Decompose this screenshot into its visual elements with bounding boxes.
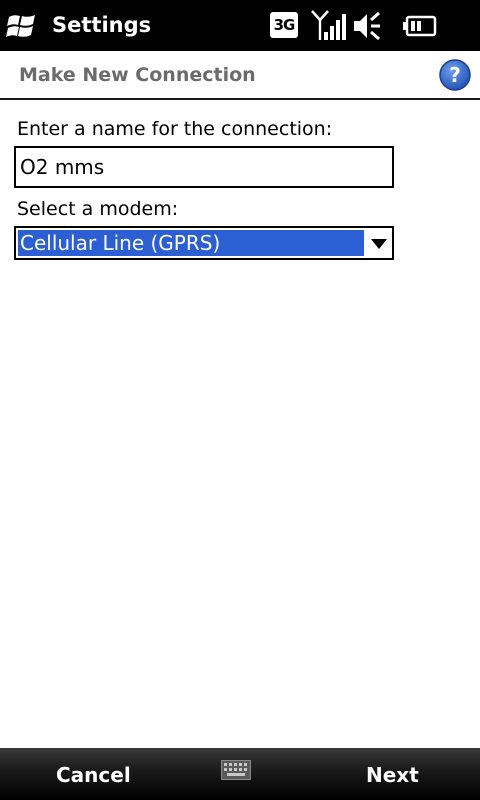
cancel-button[interactable]: Cancel xyxy=(56,761,131,789)
status-bar: Settings 3G xyxy=(0,0,480,51)
screen: Settings 3G Make New Connection ? Enter … xyxy=(0,0,480,800)
keyboard-icon[interactable] xyxy=(221,760,251,780)
modem-selected-value: Cellular Line (GPRS) xyxy=(20,231,221,255)
modem-select[interactable]: Cellular Line (GPRS) xyxy=(14,226,394,260)
next-button[interactable]: Next xyxy=(366,761,419,789)
page-header: Make New Connection xyxy=(0,51,480,100)
svg-text:?: ? xyxy=(449,63,461,87)
windows-start-icon[interactable] xyxy=(6,11,38,41)
chevron-down-icon[interactable] xyxy=(370,236,388,250)
connection-name-value: O2 mms xyxy=(20,155,105,179)
app-title: Settings xyxy=(52,13,152,37)
modem-label: Select a modem: xyxy=(17,198,179,220)
battery-icon[interactable] xyxy=(403,15,437,37)
modem-selected-option[interactable]: Cellular Line (GPRS) xyxy=(18,230,364,256)
connection-name-label: Enter a name for the connection: xyxy=(17,118,333,140)
connection-name-input[interactable]: O2 mms xyxy=(14,146,394,188)
softkey-bar: Cancel Next xyxy=(0,748,480,800)
page-title: Make New Connection xyxy=(19,64,256,86)
network-type-badge: 3G xyxy=(270,12,298,38)
volume-muted-icon[interactable] xyxy=(352,10,382,42)
signal-strength-icon[interactable] xyxy=(310,8,346,44)
network-type-label: 3G xyxy=(273,16,296,34)
help-icon[interactable]: ? xyxy=(439,59,471,91)
